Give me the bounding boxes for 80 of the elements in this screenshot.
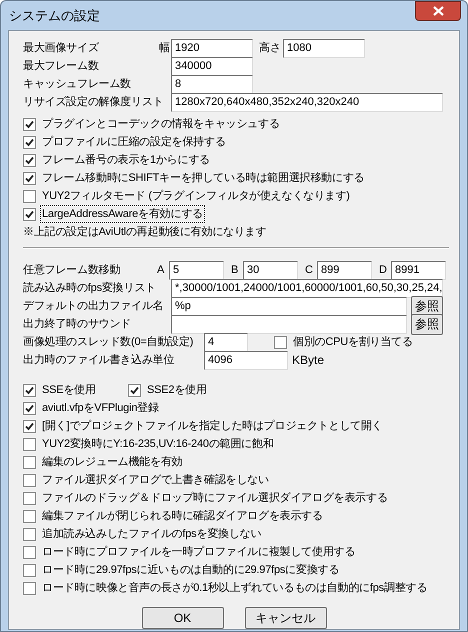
checkbox-label: 個別のCPUを割り当てる [292,334,414,350]
checkbox-label: プラグインとコーデックの情報をキャッシュする [41,116,281,132]
checkbox[interactable] [23,384,36,396]
checkbox[interactable] [23,118,36,130]
checkbox-label: 編集ファイルが閉じられる時に確認ダイアログを表示する [41,508,324,524]
text-field[interactable]: %p [171,296,407,316]
field-label: B [231,262,240,278]
unit-label: KByte [292,352,324,369]
field-label: 任意フレーム数移動 [23,262,122,278]
checkbox[interactable] [23,172,36,184]
text-field[interactable]: 8991 [391,260,446,280]
field-label: 画像処理のスレッド数(0=自動設定) [23,334,194,350]
text-field[interactable]: 899 [317,260,372,280]
checkbox-label: LargeAddressAwareを有効にする [41,206,204,222]
checkbox[interactable] [23,438,36,450]
field-label: 出力時のファイル書き込み単位 [23,352,176,368]
checkbox-label: YUY2フィルタモード (プラグインフィルタが使えなくなります) [41,188,351,204]
checkbox[interactable] [23,528,36,540]
checkbox[interactable] [23,208,36,220]
text-field[interactable]: *,30000/1001,24000/1001,60000/1001,60,50,30,25,24, [171,278,443,298]
checkbox[interactable] [23,582,36,594]
checkbox-label: SSEを使用 [41,382,97,398]
close-icon [432,6,444,16]
text-field[interactable]: 5 [169,260,224,280]
checkbox[interactable] [23,420,36,432]
checkbox[interactable] [23,564,36,576]
note-text: ※上記の設定はAviUtlの再起動後に有効になります [23,224,268,240]
text-field[interactable]: 1080 [283,38,365,58]
field-label: 読み込み時のfps変換リスト [23,280,157,296]
checkbox[interactable] [23,546,36,558]
checkbox-label: 追加読み込みしたファイルのfpsを変換しない [41,526,262,542]
checkbox[interactable] [23,154,36,166]
check-icon [25,210,34,218]
checkbox-label: [開く]でプロジェクトファイルを指定した時はプロジェクトとして開く [41,418,384,434]
text-field[interactable] [171,314,407,334]
field-label: リサイズ設定の解像度リスト [23,94,164,110]
field-label: A [157,262,166,278]
field-label: 高さ [259,40,282,56]
close-button[interactable] [415,1,461,21]
field-label: 出力終了時のサウンド [23,316,132,332]
checkbox[interactable] [23,136,36,148]
field-label: キャッシュフレーム数 [23,76,132,92]
text-field[interactable]: 340000 [171,56,253,76]
checkbox-label: YUY2変換時にY:16-235,UV:16-240の範囲に飽和 [41,436,275,452]
checkbox-label: ロード時に映像と音声の長さが0.1秒以上ずれているものは自動的にfps調整する [41,580,428,596]
field-label: D [379,262,388,278]
checkbox-label: ロード時に29.97fpsに近いものは自動的に29.97fpsに変換する [41,562,340,578]
checkbox-label: プロファイルに圧縮の設定を保持する [41,134,227,150]
checkbox[interactable] [274,336,287,348]
field-label: 最大画像サイズ [23,40,100,56]
checkbox[interactable] [23,402,36,414]
window-title: システムの設定 [9,6,100,25]
cancel-button[interactable]: キャンセル [244,607,326,629]
checkbox-label: ファイルのドラッグ＆ドロップ時にファイル選択ダイアログを表示する [41,490,389,506]
browse-button[interactable]: 参照 [411,314,443,334]
checkbox-label: aviutl.vfpをVFPlugin登録 [41,400,160,416]
text-field[interactable]: 1920 [171,38,253,58]
text-field[interactable]: 4096 [204,350,288,370]
checkbox[interactable] [23,456,36,468]
checkbox[interactable] [128,384,141,396]
text-field[interactable]: 4 [204,332,248,352]
checkbox-label: フレーム移動時にSHIFTキーを押している時は範囲選択移動にする [41,170,366,186]
field-label: C [305,262,314,278]
checkbox-label: ロード時にプロファイルを一時プロファイルに複製して使用する [41,544,356,560]
check-icon [130,386,139,394]
checkbox[interactable] [23,190,36,202]
field-label: デフォルトの出力ファイル名 [23,298,164,314]
text-field[interactable]: 8 [171,74,253,94]
checkbox[interactable] [23,474,36,486]
field-label: 最大フレーム数 [23,58,100,74]
checkbox-label: フレーム番号の表示を1からにする [41,152,211,168]
ok-button[interactable]: OK [142,607,224,629]
text-field[interactable]: 30 [243,260,298,280]
text-field[interactable]: 1280x720,640x480,352x240,320x240 [171,92,443,112]
checkbox[interactable] [23,492,36,504]
checkbox-label: SSE2を使用 [146,382,208,398]
checkbox-label: 編集のレジューム機能を有効 [41,454,184,470]
field-label: 幅 [159,40,171,56]
checkbox-label: ファイル選択ダイアログで上書き確認をしない [41,472,270,488]
checkbox[interactable] [23,510,36,522]
